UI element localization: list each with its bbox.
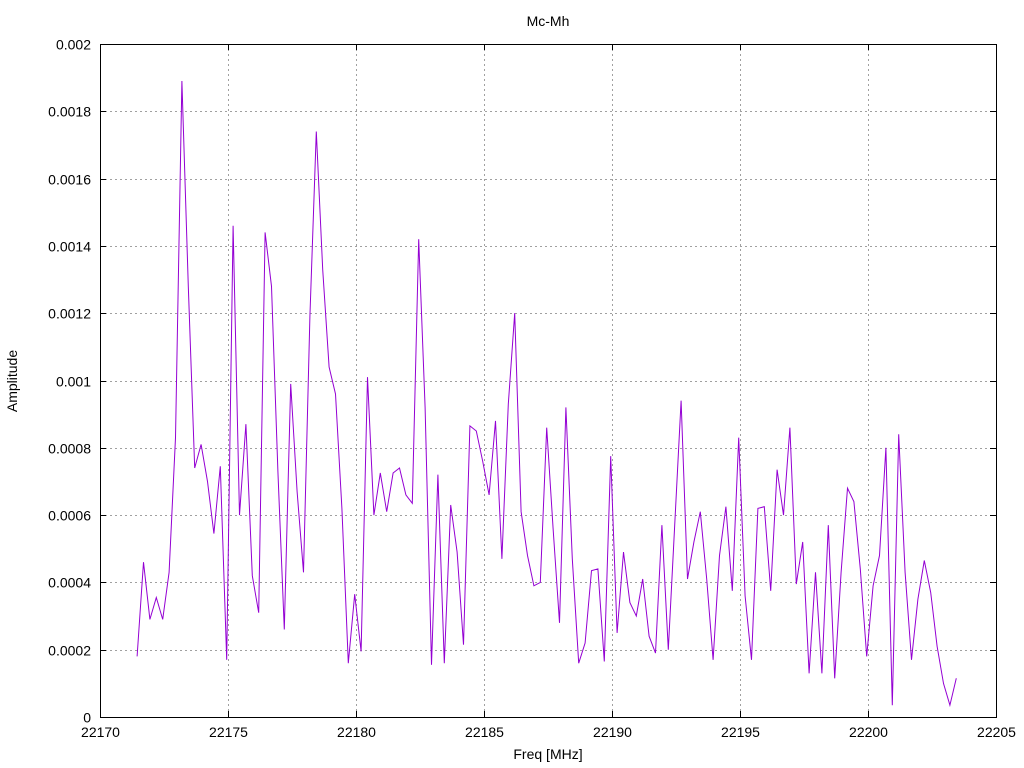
- y-tick-labels: 0 0.0002 0.0004 0.0006 0.0008 0.001 0.0012 0.00…: [48, 37, 91, 726]
- x-axis-label: Freq [MHz]: [513, 746, 582, 762]
- x-tick-label: 22205: [977, 724, 1016, 740]
- y-tick-label: 0.001: [56, 374, 91, 390]
- y-tick-label: 0.0002: [48, 643, 91, 659]
- grid: [100, 44, 996, 717]
- y-tick-label: 0.0004: [48, 575, 91, 591]
- x-tick-label: 22180: [337, 724, 376, 740]
- x-tick-label: 22175: [209, 724, 248, 740]
- y-tick-label: 0.002: [56, 37, 91, 53]
- y-tick-label: 0.0012: [48, 306, 91, 322]
- x-tick-label: 22190: [593, 724, 632, 740]
- y-tick-label: 0.0008: [48, 441, 91, 457]
- y-tick-label: 0.0016: [48, 172, 91, 188]
- axis-ticks: [100, 44, 997, 718]
- y-tick-label: 0.0018: [48, 104, 91, 120]
- x-tick-label: 22200: [849, 724, 888, 740]
- x-tick-label: 22170: [81, 724, 120, 740]
- y-tick-label: 0.0006: [48, 508, 91, 524]
- plot-border: [100, 44, 997, 718]
- y-tick-label: 0.0014: [48, 239, 91, 255]
- chart-plot: 22170 22175 22180 22185 22190 22195 22200 22205…: [4, 13, 1016, 762]
- y-tick-label: 0: [83, 710, 91, 726]
- x-tick-label: 22195: [721, 724, 760, 740]
- x-tick-labels: 22170 22175 22180 22185 22190 22195 22200 22205: [81, 724, 1016, 740]
- chart-title: Mc-Mh: [527, 13, 570, 29]
- y-axis-label: Amplitude: [4, 350, 20, 412]
- x-tick-label: 22185: [465, 724, 504, 740]
- series-line: [136, 80, 957, 708]
